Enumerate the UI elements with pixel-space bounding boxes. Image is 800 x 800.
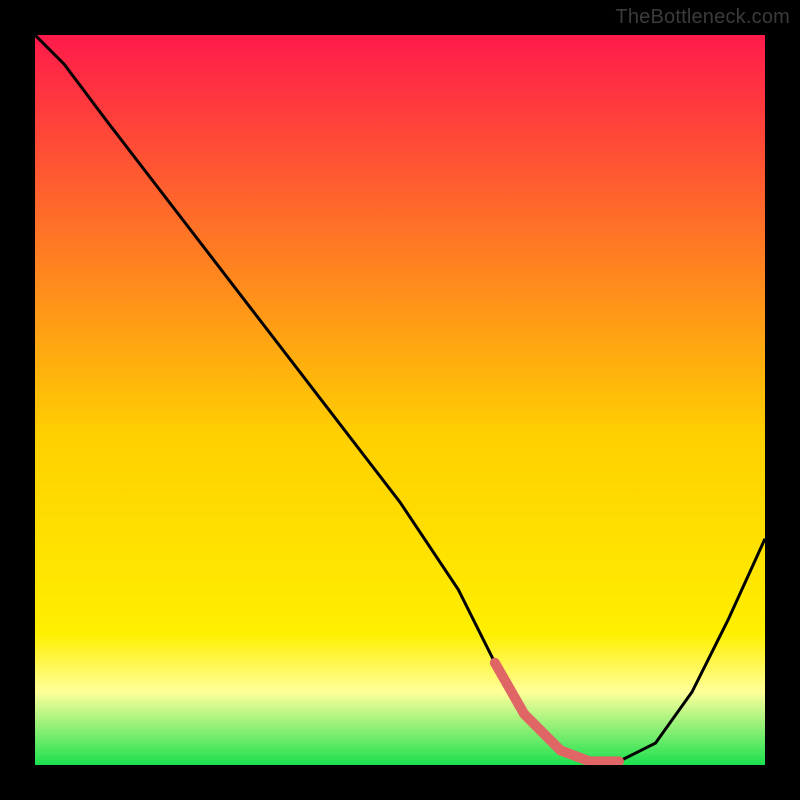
watermark-text: TheBottleneck.com: [615, 6, 790, 29]
gradient-background: [35, 35, 765, 765]
chart-frame: [35, 35, 765, 765]
bottleneck-chart: [35, 35, 765, 765]
